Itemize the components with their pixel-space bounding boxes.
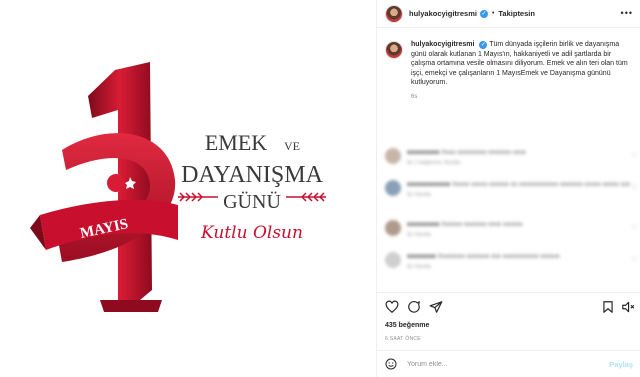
comment-meta: 6s Yanıtla [407, 264, 431, 270]
comment-text: Xxxxxx xxxxxxx xxxx xxxxxx [441, 221, 523, 228]
comment-composer: Paylaş [377, 350, 640, 377]
script-text: Kutlu Olsun [200, 223, 303, 243]
header-username[interactable]: hulyakocyigitresmi [409, 9, 477, 18]
heart-icon[interactable]: ♡ [632, 184, 637, 191]
comment-username[interactable]: xxxxxxxxx [407, 221, 440, 228]
more-options-icon[interactable]: ••• [621, 8, 633, 18]
list-item: xxxxxxxxx Xxxx xxxxxxxxx xxxxxxx xxxx 6s … [385, 148, 637, 168]
wheat-left-icon [178, 192, 218, 202]
share-icon[interactable] [429, 300, 443, 314]
ribbon [30, 133, 178, 262]
comment-icon[interactable] [407, 300, 421, 314]
headline-line3: GÜNÜ [223, 190, 281, 213]
post-image[interactable]: MAYIS EMEK VE DAYANIŞMA GÜNÜ Kutlu Olsun [0, 0, 376, 377]
avatar[interactable] [385, 148, 401, 164]
headline-line2: DAYANIŞMA [181, 162, 323, 188]
avatar[interactable] [385, 220, 401, 236]
list-item: xxxxxxxxxxxx Xxxxx xxxxx xxxxxx xx xxxxx… [385, 180, 637, 200]
post-caption: hulyakocyigitresmi ✓ Tüm dünyada işçiler… [385, 40, 633, 102]
heart-icon[interactable]: ♡ [632, 152, 637, 159]
comment-text: Xxxxx xxxxx xxxxxx xx xxxxxxxxxxxx xxxxx… [452, 181, 631, 188]
headline-line1-small: VE [284, 139, 300, 153]
caption-avatar[interactable] [385, 41, 403, 59]
comment-username[interactable]: xxxxxxxxx [407, 149, 440, 156]
heart-icon[interactable] [385, 300, 399, 314]
verified-badge-icon: ✓ [479, 9, 488, 18]
avatar[interactable] [385, 252, 401, 268]
comment-username[interactable]: xxxxxxxxxxxx [407, 181, 450, 188]
separator: • [491, 10, 495, 17]
comment-username[interactable]: xxxxxxxx [407, 253, 436, 260]
wheat-right-icon [286, 192, 326, 202]
heart-icon[interactable]: ♡ [632, 224, 637, 231]
bookmark-icon[interactable] [601, 300, 615, 314]
avatar[interactable] [385, 4, 403, 23]
comment-meta: 6s Yanıtla [407, 192, 431, 198]
avatar[interactable] [385, 180, 401, 196]
list-item: xxxxxxxx Xxxxxxxx xxxxxxx xxx xxxxxxxxxx… [385, 252, 637, 272]
following-button[interactable]: Takiptesin [498, 9, 535, 18]
post-timestamp: 6 SAAT ÖNCE [385, 336, 421, 342]
may-day-graphic: MAYIS EMEK VE DAYANIŞMA GÜNÜ Kutlu Olsun [30, 62, 326, 312]
headline-line1: EMEK [205, 130, 267, 155]
caption-username[interactable]: hulyakocyigitresmi [411, 41, 474, 48]
comment-meta: 6s Yanıtla [407, 232, 431, 238]
comment-input[interactable] [407, 360, 577, 368]
caption-time: 6s [411, 93, 418, 100]
emoji-icon[interactable] [385, 358, 397, 370]
heart-icon[interactable]: ♡ [632, 256, 637, 263]
list-item: xxxxxxxxx Xxxxxx xxxxxxx xxxx xxxxxx 6s Y… [385, 220, 637, 240]
comment-text: Xxxxxxxx xxxxxxx xxx xxxxxxxxxxx xxxxxx [437, 253, 560, 260]
caption-body: hulyakocyigitresmi ✓ Tüm dünyada işçiler… [411, 40, 629, 102]
divider [377, 292, 640, 293]
post-sidebar: hulyakocyigitresmi ✓ • Takiptesin ••• hu… [376, 0, 640, 377]
post-actions [385, 300, 635, 316]
post-header: hulyakocyigitresmi ✓ • Takiptesin ••• [377, 0, 640, 28]
comment-text: Xxxx xxxxxxxxx xxxxxxx xxxx [441, 149, 526, 156]
audio-icon[interactable] [621, 300, 635, 314]
comment-meta: 6s 1 beğenme Yanıtla [407, 160, 461, 166]
post-comment-button[interactable]: Paylaş [609, 360, 633, 369]
verified-badge-icon: ✓ [479, 41, 488, 49]
likes-count[interactable]: 435 beğenme [385, 322, 429, 329]
